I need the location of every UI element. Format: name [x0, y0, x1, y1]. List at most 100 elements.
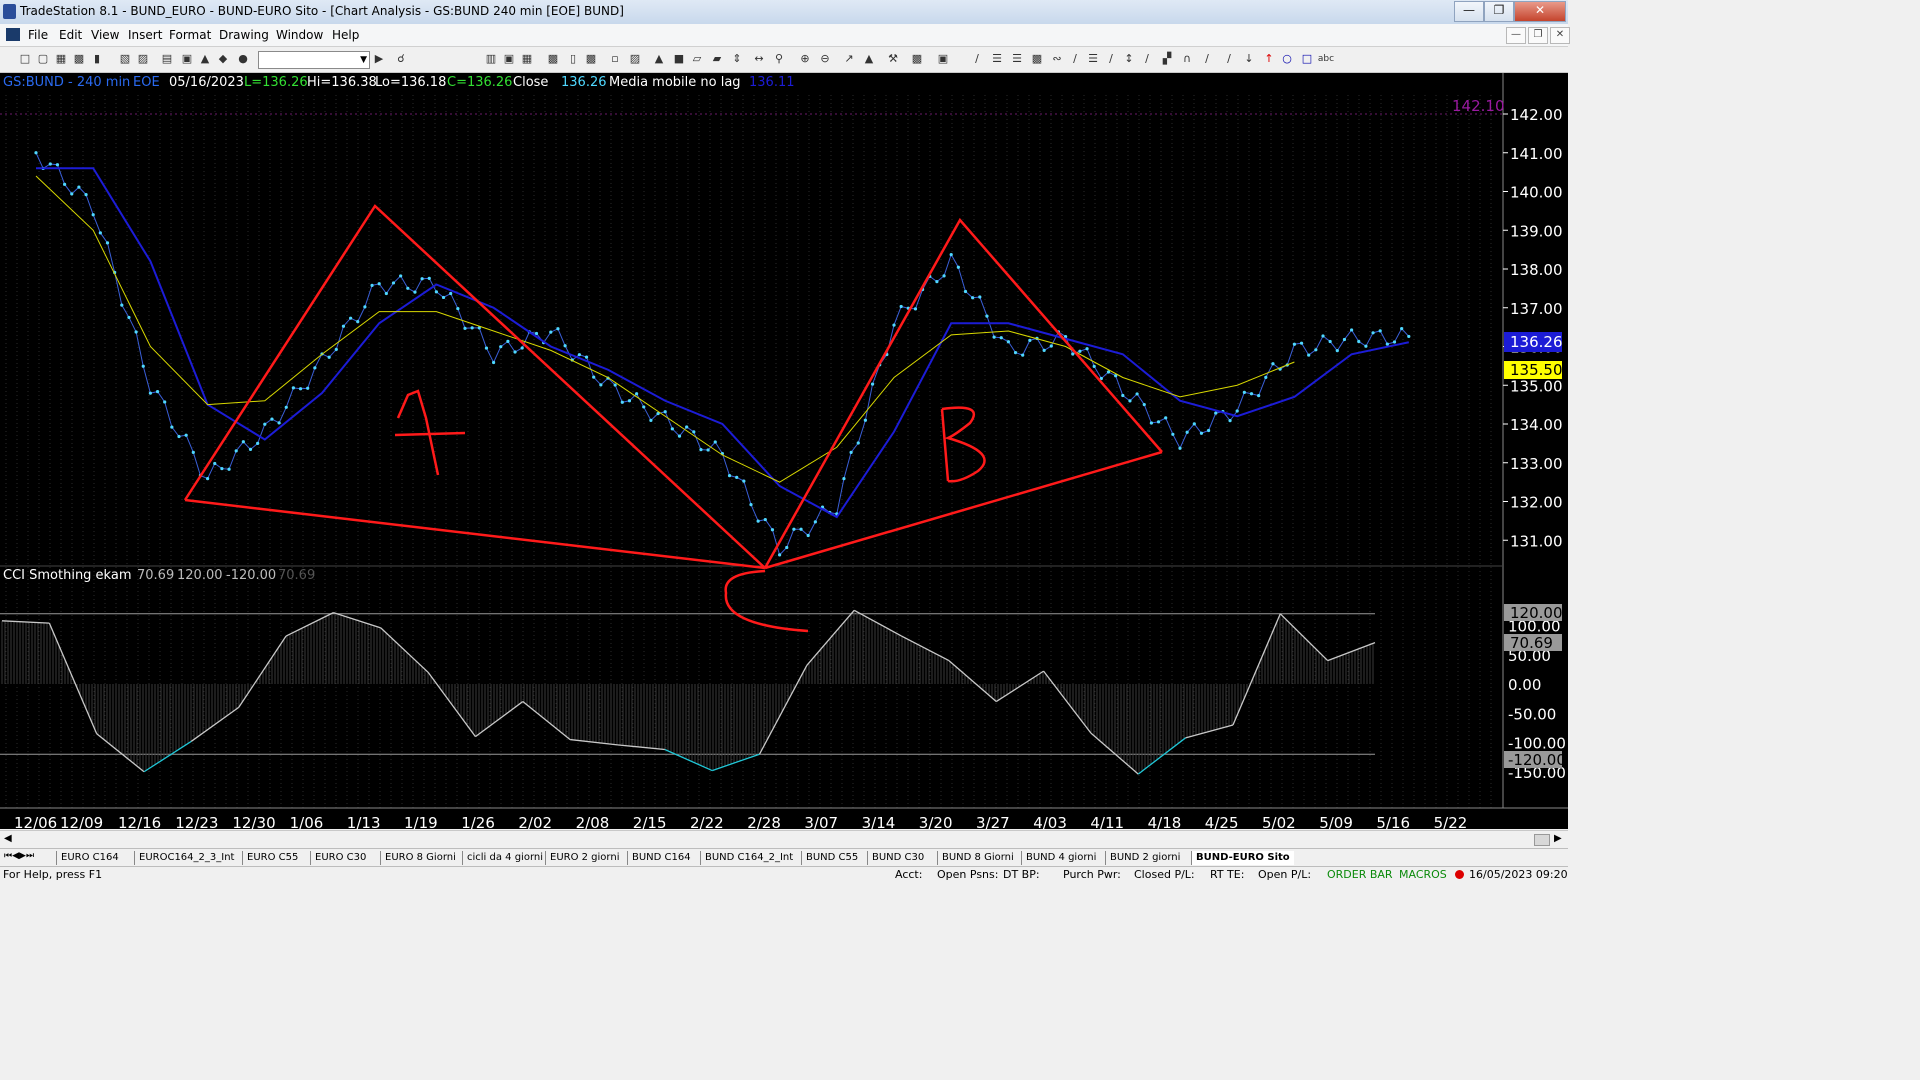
scroll-thumb[interactable] — [1534, 834, 1550, 846]
close-point — [1028, 338, 1032, 342]
mdi-close-icon[interactable]: ✕ — [1550, 27, 1570, 44]
toolbar-button-13-icon[interactable]: ▥ — [484, 52, 498, 66]
toolbar-button-49-icon[interactable]: ↓ — [1242, 52, 1256, 66]
status-order-bar[interactable]: ORDER BAR — [1327, 868, 1393, 881]
scroll-right-icon[interactable]: ▶ — [1554, 833, 1562, 844]
mdi-minimize-icon[interactable]: — — [1506, 27, 1526, 44]
close-point — [441, 295, 446, 300]
toolbar-button-2-icon[interactable]: ▦ — [54, 52, 68, 66]
menu-window[interactable]: Window — [276, 28, 323, 42]
menu-view[interactable]: View — [91, 28, 119, 42]
workspace-tab-4[interactable]: EURO 8 Giorni — [380, 851, 460, 865]
toolbar-button-25-icon[interactable]: ⇕ — [730, 52, 744, 66]
toolbar-button-44-icon[interactable]: ∕ — [1140, 52, 1154, 66]
toolbar-button-24-icon[interactable]: ▰ — [710, 52, 724, 66]
toolbar-button-42-icon[interactable]: ∕ — [1104, 52, 1118, 66]
scroll-left-icon[interactable]: ◀ — [4, 833, 12, 844]
toolbar-button-32-icon[interactable]: ⚒ — [886, 52, 900, 66]
toolbar-button-4-icon[interactable]: ▮ — [90, 52, 104, 66]
toolbar-button-43-icon[interactable]: ↕ — [1122, 52, 1136, 66]
toolbar-button-9-icon[interactable]: ▲ — [198, 52, 212, 66]
workspace-tab-9[interactable]: BUND C55 — [801, 851, 862, 865]
toolbar-button-52-icon[interactable]: □ — [1300, 52, 1314, 66]
text-tool-icon[interactable]: abc — [1314, 52, 1338, 66]
close-point — [55, 163, 60, 167]
minimize-icon[interactable]: — — [1454, 1, 1484, 22]
chevron-down-icon[interactable]: ▼ — [360, 52, 367, 68]
symbol-combo[interactable]: ▼ — [258, 51, 370, 69]
mdi-restore-icon[interactable]: ❐ — [1528, 27, 1548, 44]
toolbar-button-3-icon[interactable]: ▩ — [72, 52, 86, 66]
toolbar-button-12-icon[interactable]: ☌ — [394, 52, 408, 66]
toolbar-button-26-icon[interactable]: ↔ — [752, 52, 766, 66]
toolbar-button-37-icon[interactable]: ☰ — [1010, 52, 1024, 66]
workspace-tab-6[interactable]: EURO 2 giorni — [545, 851, 623, 865]
toolbar-button-23-icon[interactable]: ▱ — [690, 52, 704, 66]
workspace-tab-12[interactable]: BUND 4 giorni — [1021, 851, 1100, 865]
workspace-tab-8[interactable]: BUND C164_2_Int — [700, 851, 797, 865]
toolbar-button-6-icon[interactable]: ▨ — [136, 52, 150, 66]
workspace-tab-1[interactable]: EUROC164_2_3_Int — [134, 851, 238, 865]
horizontal-scrollbar[interactable]: ◀ ▶ — [0, 830, 1568, 849]
close-point — [1092, 364, 1096, 368]
toolbar-button-20-icon[interactable]: ▨ — [628, 52, 642, 66]
toolbar-button-36-icon[interactable]: ☰ — [990, 52, 1004, 66]
workspace-tab-10[interactable]: BUND C30 — [867, 851, 928, 865]
menu-help[interactable]: Help — [332, 28, 359, 42]
toolbar-button-27-icon[interactable]: ⚲ — [772, 52, 786, 66]
toolbar-button-15-icon[interactable]: ▦ — [520, 52, 534, 66]
toolbar-button-48-icon[interactable]: ∕ — [1222, 52, 1236, 66]
toolbar-button-33-icon[interactable]: ▩ — [910, 52, 924, 66]
toolbar-button-47-icon[interactable]: ∕ — [1200, 52, 1214, 66]
toolbar-button-34-icon[interactable]: ▣ — [936, 52, 950, 66]
status-macros[interactable]: MACROS — [1399, 868, 1447, 881]
toolbar-button-16-icon[interactable]: ▩ — [546, 52, 560, 66]
close-icon[interactable]: ✕ — [1514, 1, 1566, 22]
toolbar-button-8-icon[interactable]: ▣ — [180, 52, 194, 66]
menu-edit[interactable]: Edit — [59, 28, 82, 42]
toolbar-button-21-icon[interactable]: ▲ — [652, 52, 666, 66]
toolbar-button-38-icon[interactable]: ▩ — [1030, 52, 1044, 66]
maximize-icon[interactable]: ❐ — [1484, 1, 1514, 22]
toolbar-button-30-icon[interactable]: ↗ — [842, 52, 856, 66]
workspace-tab-2[interactable]: EURO C55 — [242, 851, 302, 865]
price-tick-2: 140.00 — [1510, 184, 1563, 202]
toolbar-button-0-icon[interactable]: □ — [18, 52, 32, 66]
menu-file[interactable]: File — [28, 28, 48, 42]
toolbar-button-39-icon[interactable]: ∾ — [1050, 52, 1064, 66]
toolbar-button-31-icon[interactable]: ▲ — [862, 52, 876, 66]
toolbar-button-28-icon[interactable]: ⊕ — [798, 52, 812, 66]
workspace-tab-7[interactable]: BUND C164 — [627, 851, 695, 865]
toolbar-button-19-icon[interactable]: ▫ — [608, 52, 622, 66]
toolbar-button-29-icon[interactable]: ⊖ — [818, 52, 832, 66]
toolbar-button-40-icon[interactable]: ∕ — [1068, 52, 1082, 66]
workspace-tab-5[interactable]: cicli da 4 giorni — [462, 851, 547, 865]
toolbar-button-51-icon[interactable]: ○ — [1280, 52, 1294, 66]
toolbar-button-1-icon[interactable]: ▢ — [36, 52, 50, 66]
workspace-tab-13[interactable]: BUND 2 giorni — [1105, 851, 1184, 865]
toolbar-button-10-icon[interactable]: ◆ — [216, 52, 230, 66]
toolbar-button-5-icon[interactable]: ▧ — [118, 52, 132, 66]
menu-insert[interactable]: Insert — [128, 28, 162, 42]
toolbar-button-14-icon[interactable]: ▣ — [502, 52, 516, 66]
toolbar-button-41-icon[interactable]: ☰ — [1086, 52, 1100, 66]
toolbar-button-22-icon[interactable]: ■ — [672, 52, 686, 66]
chart-canvas[interactable]: A B C GS:BUND - 240 min EOE 05/16/2023 L… — [0, 73, 1568, 829]
toolbar-button-17-icon[interactable]: ▯ — [566, 52, 580, 66]
toolbar-button-18-icon[interactable]: ▩ — [584, 52, 598, 66]
close-point — [592, 375, 596, 379]
workspace-tab-0[interactable]: EURO C164 — [56, 851, 123, 865]
menu-format[interactable]: Format — [169, 28, 211, 42]
play-icon[interactable]: ▶ — [372, 52, 386, 66]
workspace-tab-11[interactable]: BUND 8 Giorni — [937, 851, 1018, 865]
toolbar-button-11-icon[interactable]: ● — [236, 52, 250, 66]
tab-nav-icon[interactable]: ⏮◀▶⏭ — [4, 851, 34, 861]
menu-drawing[interactable]: Drawing — [219, 28, 269, 42]
workspace-tab-3[interactable]: EURO C30 — [310, 851, 370, 865]
toolbar-button-35-icon[interactable]: ∕ — [970, 52, 984, 66]
toolbar-button-46-icon[interactable]: ∩ — [1180, 52, 1194, 66]
workspace-tab-14[interactable]: BUND-EURO Sito — [1191, 851, 1294, 865]
toolbar-button-45-icon[interactable]: ▞ — [1160, 52, 1174, 66]
toolbar-button-7-icon[interactable]: ▤ — [160, 52, 174, 66]
toolbar-button-50-icon[interactable]: ↑ — [1262, 52, 1276, 66]
